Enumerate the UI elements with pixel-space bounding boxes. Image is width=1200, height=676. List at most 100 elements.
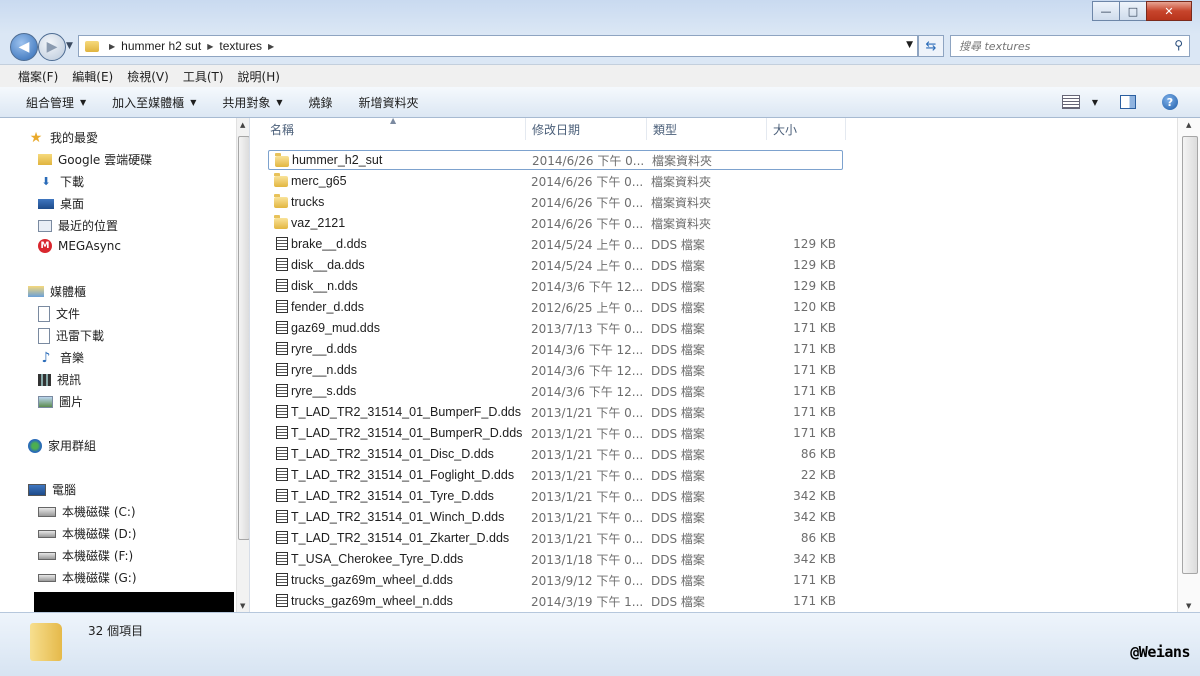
folder-row[interactable]: merc_g65 2014/6/26 下午 0... 檔案資料夾 (268, 171, 841, 191)
burn-button[interactable]: 燒錄 (309, 94, 333, 111)
nav-drive-c[interactable]: 本機磁碟 (C:) (38, 503, 136, 520)
file-row[interactable]: fender_d.dds 2012/6/25 上午 0... DDS 檔案 120 K… (268, 297, 841, 317)
nav-thunder-downloads[interactable]: 迅雷下載 (38, 327, 104, 344)
file-name: T_LAD_TR2_31514_01_Disc_D.dds (291, 447, 494, 461)
file-row[interactable]: T_LAD_TR2_31514_01_Winch_D.dds 2013/1/21 … (268, 507, 841, 527)
command-bar: 組合管理 ▼ 加入至媒體櫃 ▼ 共用對象 ▼ 燒錄 新增資料夾 ▼ ? (0, 87, 1200, 118)
file-name: brake__d.dds (291, 237, 367, 251)
column-header-size[interactable]: 大小 (767, 118, 846, 140)
file-row[interactable]: T_LAD_TR2_31514_01_BumperR_D.dds 2013/1/2… (268, 423, 841, 443)
menu-file[interactable]: 檔案(F) (18, 68, 58, 85)
column-size-label: 大小 (773, 122, 798, 137)
dds-file-icon (276, 321, 288, 334)
file-row[interactable]: trucks_gaz69m_wheel_n.dds 2014/3/19 下午 1.… (268, 591, 841, 611)
google-drive-folder-icon (38, 154, 52, 165)
column-name-label: 名稱 (270, 122, 295, 137)
column-header-type[interactable]: 類型 (647, 118, 767, 140)
refresh-button[interactable]: ⇆ (918, 35, 944, 57)
file-row[interactable]: ryre__n.dds 2014/3/6 下午 12... DDS 檔案 171 KB (268, 360, 841, 380)
change-view-icon[interactable] (1061, 95, 1080, 109)
dds-file-icon (276, 594, 288, 607)
search-box[interactable]: ⚲ (950, 35, 1190, 57)
folder-row[interactable]: trucks 2014/6/26 下午 0... 檔案資料夾 (268, 192, 841, 212)
scroll-down-icon[interactable]: ▼ (240, 602, 245, 610)
address-bar[interactable]: ▶ hummer h2 sut ▶ textures ▶ ▼ (78, 35, 918, 57)
nav-favorites[interactable]: ★ 我的最愛 (28, 129, 98, 146)
column-header-date[interactable]: 修改日期 (526, 118, 647, 140)
scroll-down-icon[interactable]: ▼ (1186, 602, 1191, 610)
column-type-label: 類型 (653, 122, 678, 137)
nav-drive-d[interactable]: 本機磁碟 (D:) (38, 525, 136, 542)
nav-drive-f[interactable]: 本機磁碟 (F:) (38, 547, 133, 564)
file-row[interactable]: T_LAD_TR2_31514_01_BumperF_D.dds 2013/1/2… (268, 402, 841, 422)
column-header-name[interactable]: 名稱 (250, 118, 526, 140)
nav-pictures-label: 圖片 (59, 395, 84, 409)
menu-tools[interactable]: 工具(T) (183, 68, 224, 85)
back-button[interactable]: ◀ (10, 33, 38, 61)
nav-google-drive[interactable]: Google 雲端硬碟 (38, 151, 152, 168)
file-name: T_LAD_TR2_31514_01_Tyre_D.dds (291, 489, 494, 503)
menu-view[interactable]: 檢視(V) (127, 68, 169, 85)
include-in-library-button[interactable]: 加入至媒體櫃 ▼ (112, 94, 196, 111)
file-row[interactable]: T_LAD_TR2_31514_01_Zkarter_D.dds 2013/1/2… (268, 528, 841, 548)
file-row[interactable]: ryre__s.dds 2014/3/6 下午 12... DDS 檔案 171 KB (268, 381, 841, 401)
maximize-button[interactable]: □ (1119, 1, 1147, 21)
search-input[interactable] (957, 38, 1161, 54)
forward-button[interactable]: ▶ (38, 33, 66, 61)
file-name: disk__da.dds (291, 258, 365, 272)
search-icon[interactable]: ⚲ (1174, 38, 1183, 52)
recent-pages-dropdown[interactable]: ▼ (66, 41, 73, 51)
help-icon[interactable]: ? (1162, 94, 1178, 110)
nav-drive-g[interactable]: 本機磁碟 (G:) (38, 569, 137, 586)
breadcrumb-hummer-h2-sut[interactable]: hummer h2 sut (121, 39, 201, 53)
nav-computer[interactable]: 電腦 (28, 481, 76, 498)
file-row[interactable]: disk__n.dds 2014/3/6 下午 12... DDS 檔案 129 KB (268, 276, 841, 296)
file-row[interactable]: T_LAD_TR2_31514_01_Disc_D.dds 2013/1/21 下… (268, 444, 841, 464)
navigation-scrollbar[interactable]: ▲ ▼ (236, 118, 250, 612)
view-options-dropdown-icon[interactable]: ▼ (1092, 98, 1098, 107)
scroll-up-icon[interactable]: ▲ (240, 121, 245, 129)
nav-music[interactable]: ♪ 音樂 (38, 349, 84, 366)
file-row[interactable]: T_LAD_TR2_31514_01_Tyre_D.dds 2013/1/21 下… (268, 486, 841, 506)
menu-help[interactable]: 說明(H) (238, 68, 280, 85)
nav-videos[interactable]: 視訊 (38, 371, 81, 388)
nav-pictures[interactable]: 圖片 (38, 393, 83, 410)
folder-row[interactable]: hummer_h2_sut 2014/6/26 下午 0... 檔案資料夾 (268, 150, 843, 170)
file-row[interactable]: T_USA_Cherokee_Tyre_D.dds 2013/1/18 下午 0.… (268, 549, 841, 569)
share-with-label: 共用對象 (222, 95, 271, 110)
file-list-scrollbar[interactable]: ▲ ▼ (1177, 118, 1200, 612)
folder-row[interactable]: vaz_2121 2014/6/26 下午 0... 檔案資料夾 (268, 213, 841, 233)
nav-recent-places[interactable]: 最近的位置 (38, 217, 118, 234)
folder-icon (274, 173, 288, 187)
preview-pane-icon[interactable] (1120, 95, 1136, 109)
nav-favorites-label: 我的最愛 (50, 131, 99, 145)
nav-desktop[interactable]: 桌面 (38, 195, 84, 212)
share-with-button[interactable]: 共用對象 ▼ (222, 94, 282, 111)
file-row[interactable]: brake__d.dds 2014/5/24 上午 0... DDS 檔案 129 K… (268, 234, 841, 254)
file-row[interactable]: T_LAD_TR2_31514_01_Foglight_D.dds 2013/1/… (268, 465, 841, 485)
nav-libraries[interactable]: 媒體櫃 (28, 283, 86, 300)
file-date: 2013/9/12 下午 0... (531, 573, 644, 588)
minimize-button[interactable]: — (1092, 1, 1120, 21)
scrollbar-thumb[interactable] (1182, 136, 1198, 574)
breadcrumb-arrow-icon[interactable]: ▶ (109, 42, 115, 51)
nav-homegroup[interactable]: 家用群組 (28, 437, 96, 454)
new-folder-button[interactable]: 新增資料夾 (359, 94, 419, 111)
breadcrumb-textures[interactable]: textures (219, 39, 262, 53)
nav-megasync[interactable]: M MEGAsync (38, 239, 121, 253)
file-row[interactable]: gaz69_mud.dds 2013/7/13 下午 0... DDS 檔案 171 … (268, 318, 841, 338)
organize-button[interactable]: 組合管理 ▼ (26, 94, 86, 111)
dds-file-icon (276, 342, 288, 355)
file-name: ryre__d.dds (291, 342, 358, 356)
address-dropdown-icon[interactable]: ▼ (906, 40, 913, 50)
file-row[interactable]: trucks_gaz69m_wheel_d.dds 2013/9/12 下午 0.… (268, 570, 841, 590)
nav-documents[interactable]: 文件 (38, 305, 80, 322)
scroll-up-icon[interactable]: ▲ (1186, 121, 1191, 129)
breadcrumb-arrow-icon[interactable]: ▶ (268, 42, 274, 51)
nav-downloads[interactable]: ⬇ 下載 (38, 173, 84, 190)
breadcrumb-arrow-icon[interactable]: ▶ (207, 42, 213, 51)
close-button[interactable]: ✕ (1146, 1, 1192, 21)
file-row[interactable]: ryre__d.dds 2014/3/6 下午 12... DDS 檔案 171 KB (268, 339, 841, 359)
file-row[interactable]: disk__da.dds 2014/5/24 上午 0... DDS 檔案 129 K… (268, 255, 841, 275)
menu-edit[interactable]: 編輯(E) (72, 68, 113, 85)
